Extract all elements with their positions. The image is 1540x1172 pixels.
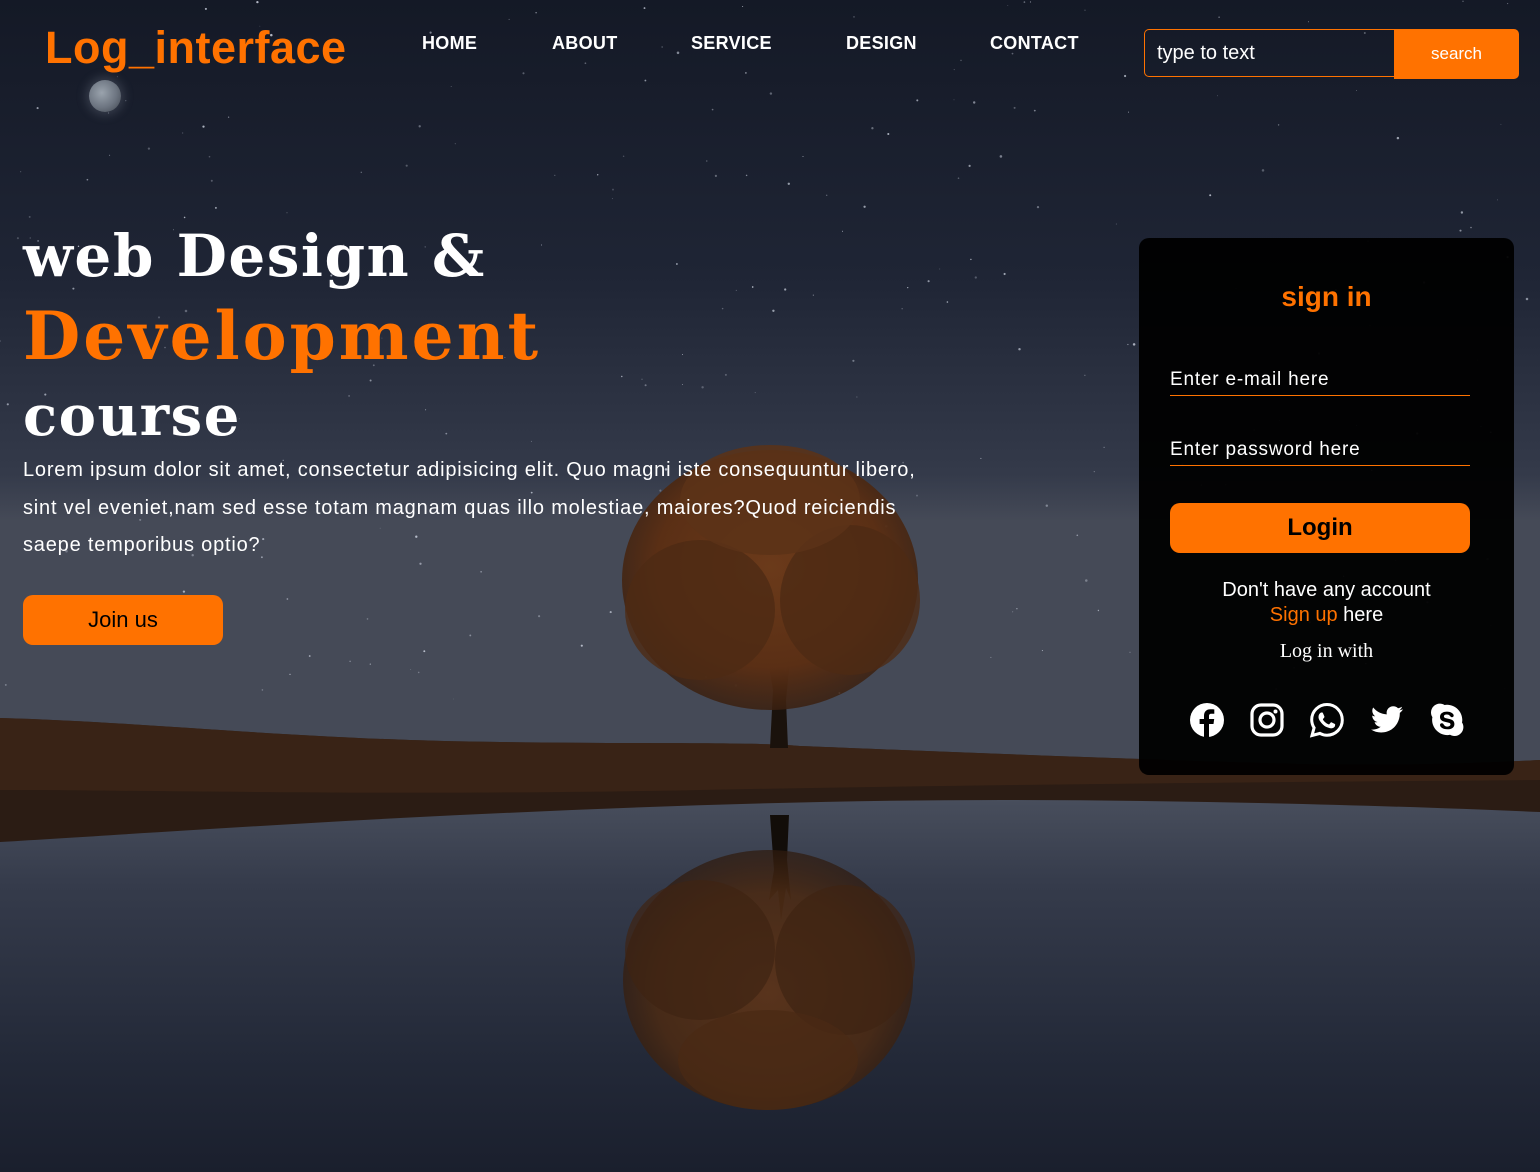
- sign-in-title: sign in: [1281, 281, 1372, 312]
- skype-icon[interactable]: [1429, 702, 1465, 738]
- account-prompt: Don't have any account Sign up here: [1139, 578, 1514, 628]
- social-login-icons: [1189, 702, 1465, 738]
- nav-design-link[interactable]: DESIGN: [846, 33, 917, 54]
- hero-description: Lorem ipsum dolor sit amet, consectetur …: [23, 459, 916, 556]
- nav-about-link[interactable]: ABOUT: [552, 33, 618, 54]
- join-us-button[interactable]: Join us: [23, 595, 223, 645]
- facebook-icon[interactable]: [1189, 702, 1225, 738]
- site-logo[interactable]: Log_interface: [45, 22, 347, 74]
- twitter-icon[interactable]: [1369, 702, 1405, 738]
- hero-title-line2: Development: [23, 297, 542, 375]
- no-account-text: Don't have any account: [1222, 579, 1431, 601]
- sign-up-link[interactable]: Sign up: [1270, 604, 1338, 626]
- search-input[interactable]: [1144, 29, 1407, 77]
- nav-home-link[interactable]: HOME: [422, 33, 477, 54]
- search-button[interactable]: search: [1394, 29, 1519, 79]
- sign-in-panel: sign in Login Don't have any account Sig…: [1139, 238, 1514, 775]
- password-field[interactable]: [1170, 435, 1470, 466]
- search-bar: search: [1144, 29, 1519, 79]
- login-button[interactable]: Login: [1170, 503, 1470, 553]
- log-in-with-label: Log in with: [1279, 640, 1374, 662]
- email-field[interactable]: [1170, 365, 1470, 396]
- hero-title-line1: web Design &: [23, 222, 486, 290]
- sign-up-suffix: here: [1337, 604, 1384, 626]
- hero-section: web Design & Development course Lorem ip…: [23, 220, 915, 556]
- hero-title-line3: course: [23, 383, 241, 449]
- instagram-icon[interactable]: [1249, 702, 1285, 738]
- whatsapp-icon[interactable]: [1309, 702, 1345, 738]
- nav-service-link[interactable]: SERVICE: [691, 33, 772, 54]
- nav-contact-link[interactable]: CONTACT: [990, 33, 1079, 54]
- moon-icon: [89, 80, 121, 112]
